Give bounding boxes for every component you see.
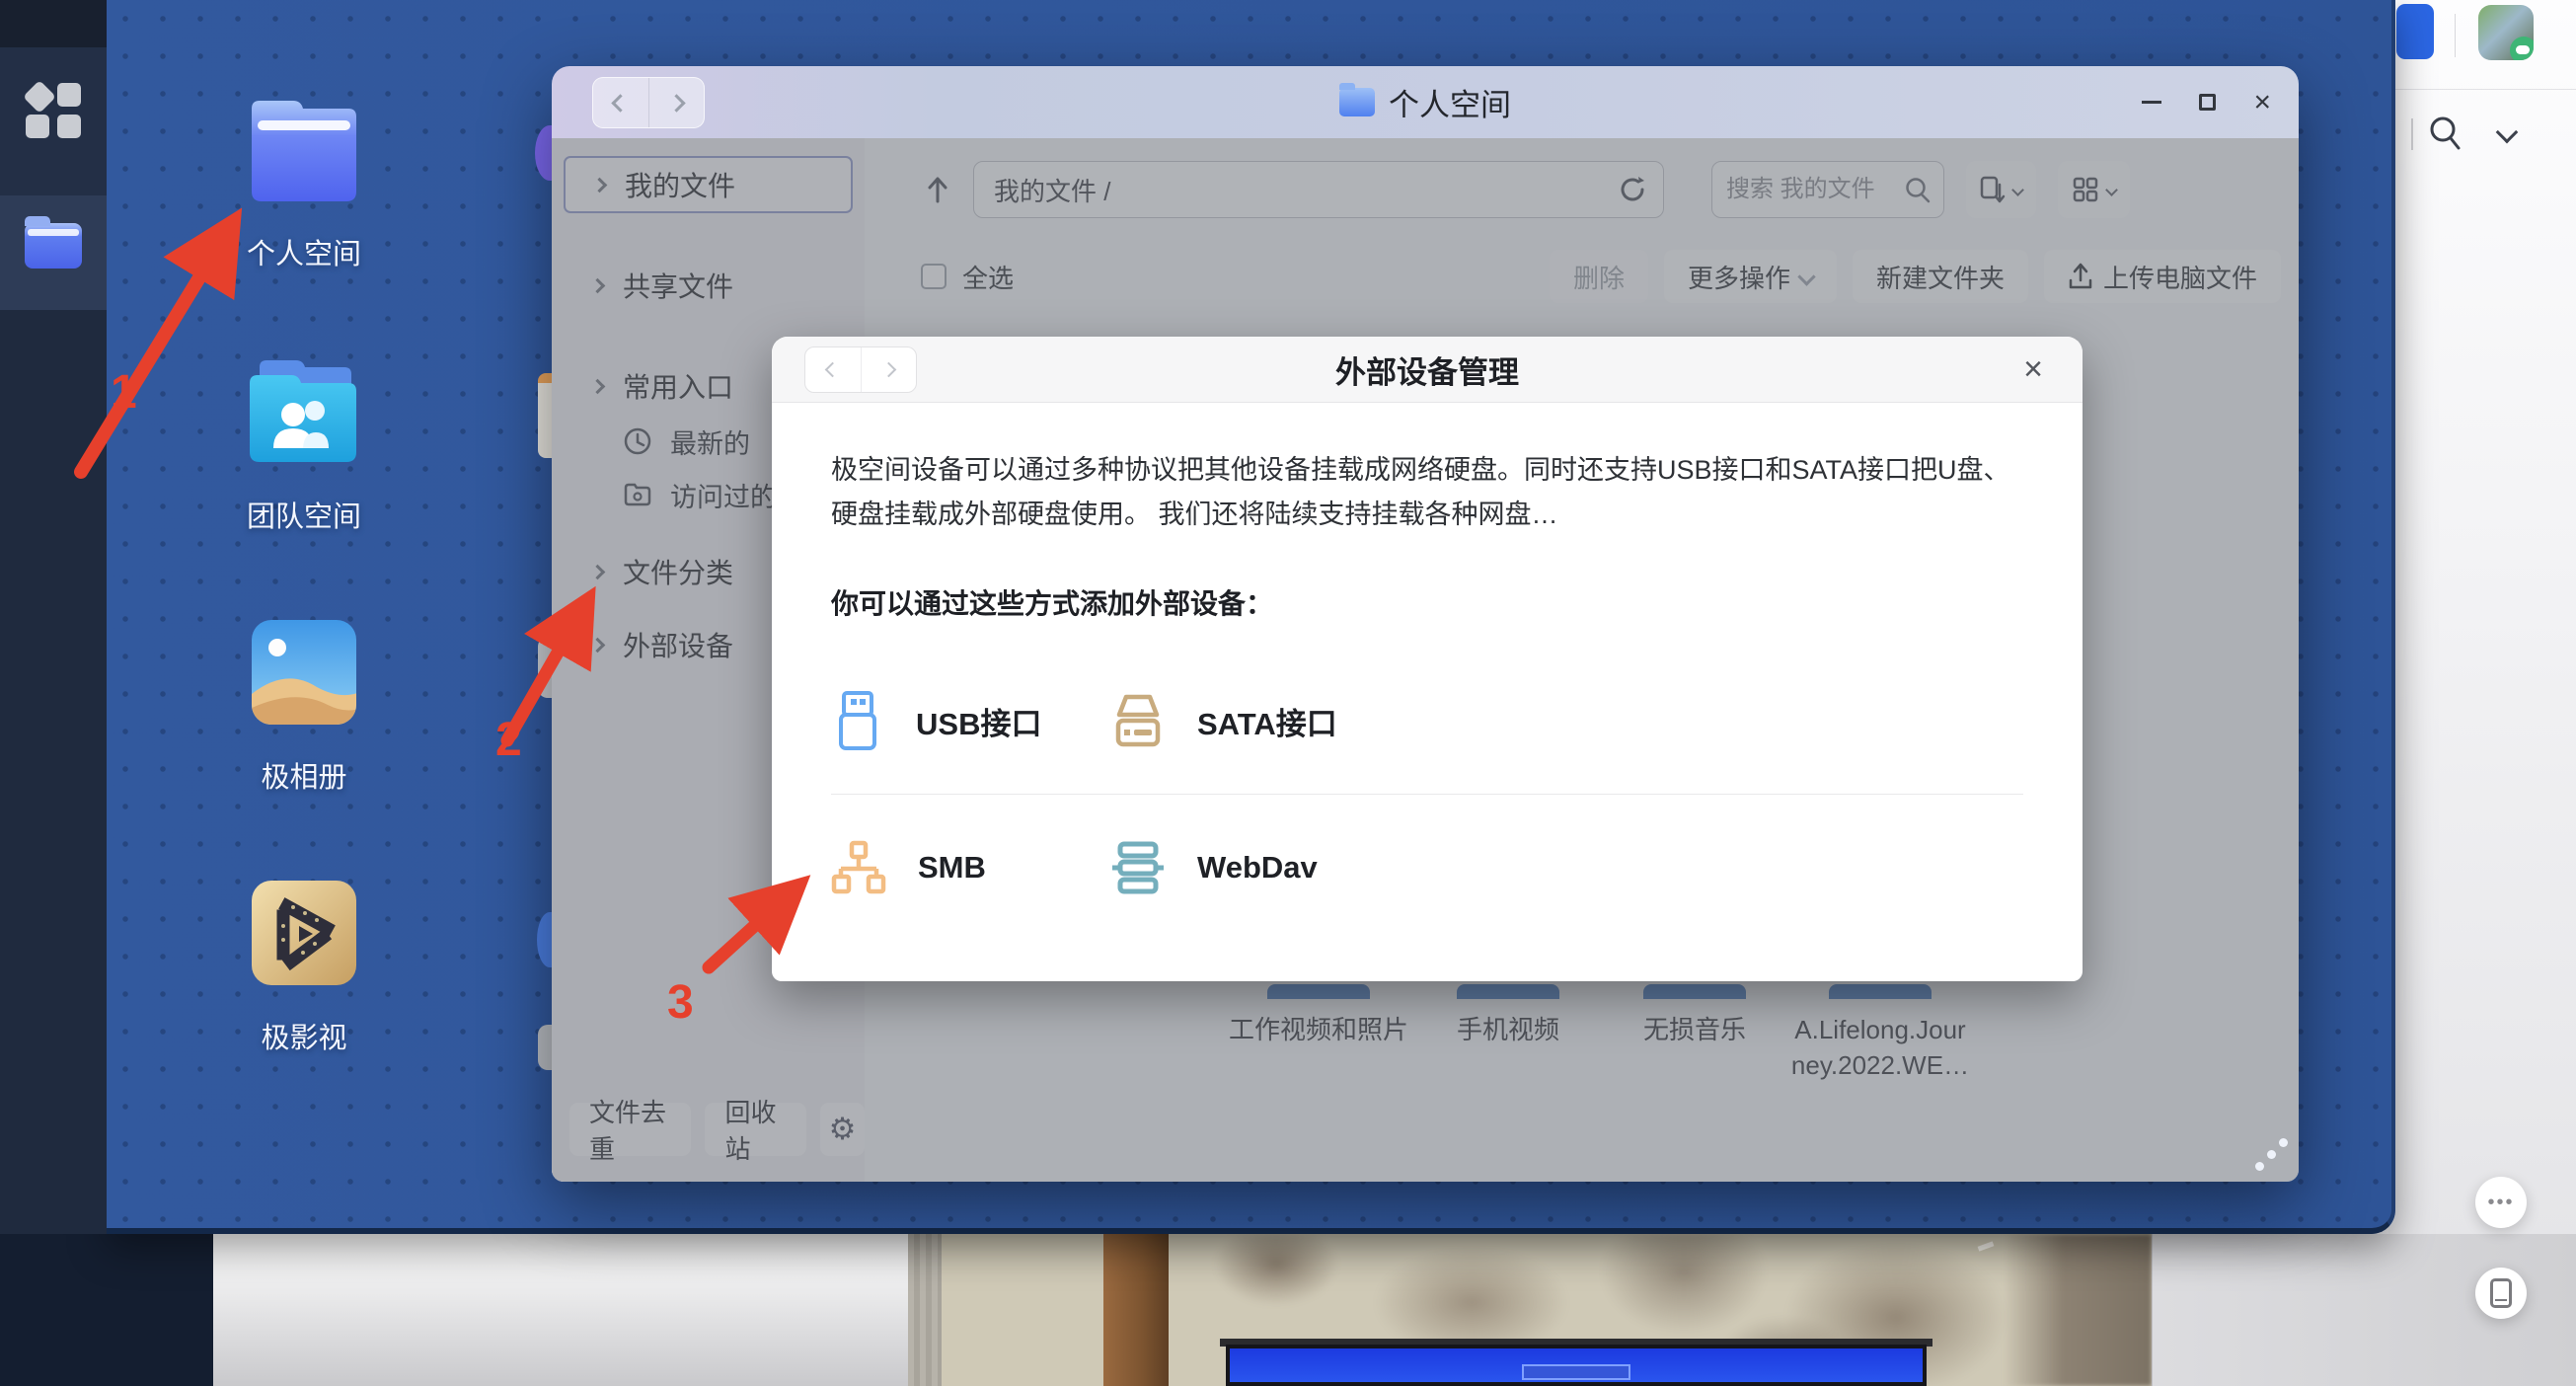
back-button[interactable]	[593, 78, 648, 127]
app-grid-icon[interactable]	[26, 83, 81, 138]
sidebar-top	[0, 0, 107, 47]
divider	[831, 794, 2023, 795]
window-nav-pill	[592, 77, 705, 128]
photo-tv	[1226, 1345, 1927, 1386]
team-folder-icon	[244, 353, 364, 470]
photo-wood-pillar	[1103, 1234, 1169, 1386]
window-title-folder-icon	[1339, 88, 1375, 116]
window-resize-handle[interactable]	[2253, 1136, 2293, 1176]
photo-room	[908, 1234, 2152, 1386]
smb-icon	[831, 839, 886, 896]
minimize-button[interactable]	[2142, 101, 2161, 104]
dialog-title: 外部设备管理	[1335, 347, 1519, 392]
desktop-icon-label: 团队空间	[195, 494, 413, 535]
maximize-button[interactable]	[2199, 94, 2216, 111]
desktop-icon-personal-space[interactable]: 个人空间	[195, 91, 413, 272]
folder-icon	[244, 91, 364, 207]
search-icon[interactable]	[2428, 115, 2462, 154]
device-option-sata[interactable]: SATA接口	[1110, 692, 1390, 749]
more-options-fab[interactable]: •••	[2475, 1177, 2527, 1228]
external-device-dialog: 外部设备管理 × 极空间设备可以通过多种协议把其他设备挂载成网络硬盘。同时还支持…	[772, 337, 2083, 981]
wechat-badge-icon	[2510, 37, 2534, 60]
forward-button[interactable]	[861, 347, 917, 392]
phone-icon	[2490, 1278, 2512, 1308]
window-titlebar[interactable]: 个人空间 ×	[552, 66, 2299, 138]
device-label: USB接口	[916, 699, 1041, 743]
desktop-icon-label: 极影视	[195, 1015, 413, 1056]
divider	[2388, 89, 2576, 90]
ellipsis-icon: •••	[2487, 1192, 2514, 1214]
forward-button[interactable]	[648, 78, 705, 127]
device-option-webdav[interactable]: WebDav	[1110, 839, 1390, 896]
screen: 个人空间 团队空间	[0, 0, 2576, 1386]
device-option-usb[interactable]: USB接口	[831, 690, 1110, 751]
photo-tv-dialog	[1522, 1364, 1630, 1380]
avatar[interactable]	[2478, 5, 2534, 60]
back-button[interactable]	[805, 347, 861, 392]
chevron-left-icon	[825, 362, 841, 378]
background-blue-button[interactable]	[2396, 4, 2434, 59]
device-option-smb[interactable]: SMB	[831, 839, 1110, 896]
desktop-icon-photos[interactable]: 极相册	[195, 614, 413, 796]
desktop-icon-team-space[interactable]: 团队空间	[195, 353, 413, 535]
file-manager-icon[interactable]	[25, 223, 82, 269]
dialog-prompt: 你可以通过这些方式添加外部设备：	[831, 582, 2023, 622]
device-label: SATA接口	[1197, 699, 1337, 743]
webdav-icon	[1110, 839, 1166, 896]
close-button[interactable]: ×	[2253, 88, 2271, 117]
left-sidebar	[0, 0, 107, 1234]
window-title: 个人空间	[1389, 80, 1511, 124]
desktop-icon-label: 极相册	[195, 754, 413, 796]
dialog-description: 极空间设备可以通过多种协议把其他设备挂载成网络硬盘。同时还支持USB接口和SAT…	[831, 448, 2030, 537]
background-window	[2388, 0, 2576, 1386]
device-options: USB接口 SATA接口	[831, 673, 2023, 915]
photo-grey-left	[213, 1234, 908, 1386]
dialog-close-button[interactable]: ×	[2023, 350, 2043, 389]
photo-tv-screen	[1230, 1348, 1923, 1382]
photo-dark-edge	[0, 1234, 213, 1386]
movies-app-icon	[244, 875, 364, 991]
desktop-icon-movies[interactable]: 极影视	[195, 875, 413, 1056]
device-label: WebDav	[1197, 850, 1318, 886]
sata-icon	[1110, 692, 1166, 749]
desktop-wallpaper-photo	[0, 1234, 2576, 1386]
chevron-left-icon	[612, 94, 630, 112]
divider	[2411, 118, 2413, 150]
dialog-nav-pill	[804, 346, 917, 393]
photos-app-icon	[244, 614, 364, 731]
photo-curtain	[908, 1234, 942, 1386]
chevron-right-icon	[667, 94, 685, 112]
photo-rock	[2004, 1234, 2152, 1386]
device-label: SMB	[918, 850, 986, 886]
chevron-down-icon[interactable]	[2496, 121, 2519, 144]
desktop-icon-label: 个人空间	[195, 231, 413, 272]
usb-icon	[831, 690, 884, 751]
chevron-right-icon	[880, 362, 896, 378]
mobile-device-fab[interactable]	[2475, 1268, 2527, 1319]
divider	[2455, 14, 2456, 57]
dialog-header: 外部设备管理 ×	[772, 337, 2083, 403]
